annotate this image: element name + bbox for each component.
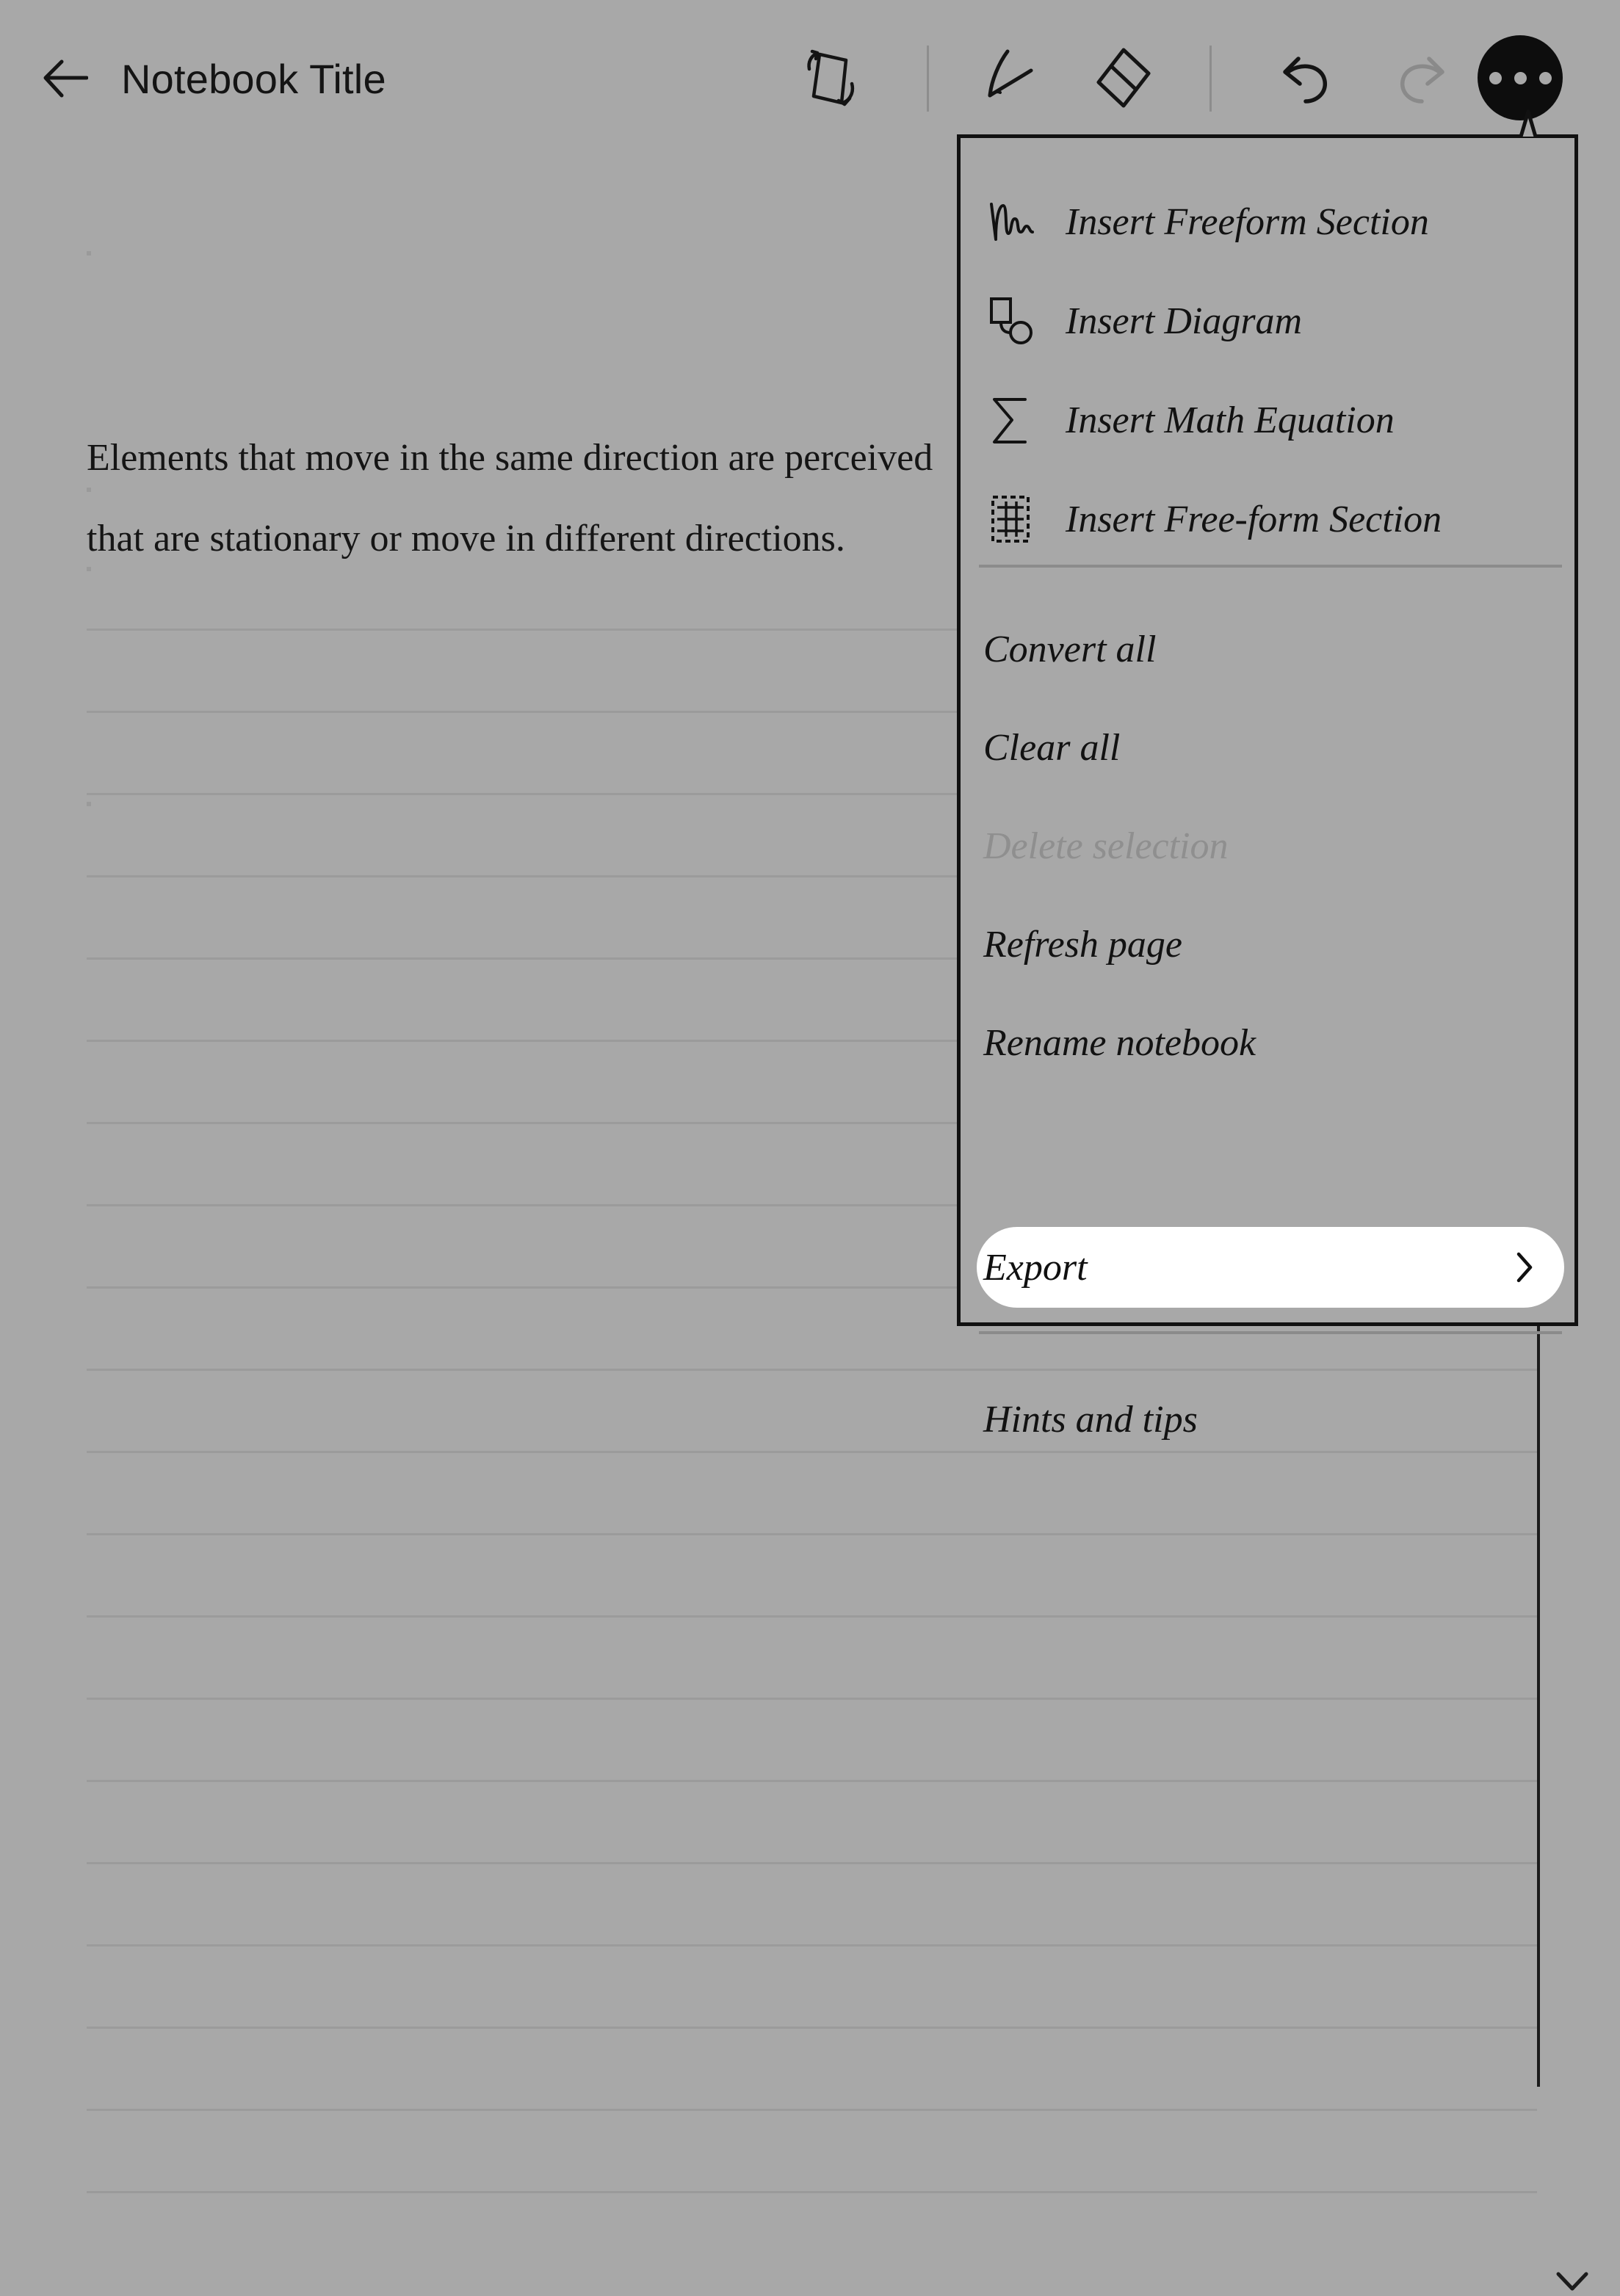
menu-item-label: Export xyxy=(983,1246,1088,1289)
menu-item-clear-all[interactable]: Clear all xyxy=(961,709,1574,786)
margin-dot xyxy=(87,802,91,806)
menu-item-insert-math-equation[interactable]: Insert Math Equation xyxy=(961,382,1574,458)
menu-item-label: Rename notebook xyxy=(983,1021,1256,1064)
menu-item-rename-notebook[interactable]: Rename notebook xyxy=(961,1004,1574,1081)
popup-menu-pointer xyxy=(1502,107,1555,139)
ruled-line xyxy=(87,2027,1537,2029)
menu-item-label: Hints and tips xyxy=(983,1398,1198,1441)
ruled-line xyxy=(87,1698,1537,1700)
menu-item-hints-and-tips[interactable]: Hints and tips xyxy=(961,1381,1574,1457)
sigma-sum-icon xyxy=(983,392,1038,448)
margin-dot xyxy=(87,251,91,256)
menu-item-refresh-page[interactable]: Refresh page xyxy=(961,906,1574,982)
menu-item-label: Delete selection xyxy=(983,825,1229,867)
ruled-line xyxy=(87,1615,1537,1618)
ruled-line xyxy=(87,1780,1537,1782)
toolbar-divider-2 xyxy=(1209,46,1212,112)
chevron-right-icon xyxy=(1516,1252,1533,1283)
menu-item-label: Insert Free-form Section xyxy=(1066,498,1442,540)
ruled-line xyxy=(87,1533,1537,1535)
ruled-line xyxy=(87,1944,1537,1946)
undo-button[interactable] xyxy=(1266,38,1345,117)
pen-tool-button[interactable] xyxy=(974,38,1053,117)
table-grid-icon xyxy=(983,491,1038,547)
menu-item-label: Refresh page xyxy=(983,923,1182,966)
more-horizontal-icon-dot-2 xyxy=(1514,71,1527,84)
more-horizontal-icon-dot-3 xyxy=(1538,71,1552,84)
margin-dot xyxy=(87,488,91,492)
redo-button xyxy=(1382,38,1461,117)
menu-item-delete-selection: Delete selection xyxy=(961,808,1574,884)
menu-separator-2 xyxy=(979,1331,1562,1334)
rotate-page-button[interactable] xyxy=(792,38,871,117)
toolbar-divider-1 xyxy=(927,46,929,112)
menu-item-label: Insert Diagram xyxy=(1066,300,1303,342)
diagram-shapes-icon xyxy=(983,293,1038,349)
menu-item-label: Clear all xyxy=(983,726,1121,769)
chevron-down-icon[interactable] xyxy=(1555,2270,1589,2292)
back-arrow-icon[interactable] xyxy=(43,57,89,98)
ruled-line xyxy=(87,1862,1537,1864)
menu-item-export[interactable]: Export xyxy=(977,1227,1564,1308)
ruled-line xyxy=(87,2109,1537,2111)
menu-separator-1 xyxy=(979,565,1562,568)
body-text-line-2: that are stationary or move in different… xyxy=(87,518,845,559)
more-options-menu[interactable]: Insert Freeform Section Insert Diagram I… xyxy=(957,134,1578,1441)
menu-item-label: Insert Math Equation xyxy=(1066,399,1395,441)
menu-item-insert-freeform-section[interactable]: Insert Freeform Section xyxy=(961,184,1574,260)
eraser-tool-button[interactable] xyxy=(1084,38,1163,117)
menu-item-convert-all[interactable]: Convert all xyxy=(961,611,1574,687)
ruled-line xyxy=(87,2191,1537,2193)
ruled-line xyxy=(87,1369,1537,1371)
page-title: Notebook Title xyxy=(121,56,386,102)
menu-item-label: Insert Freeform Section xyxy=(1066,200,1429,243)
menu-item-label: Convert all xyxy=(983,628,1157,670)
menu-item-insert-diagram[interactable]: Insert Diagram xyxy=(961,283,1574,359)
handwriting-scribble-icon xyxy=(983,194,1038,250)
more-horizontal-icon-dot-1 xyxy=(1489,71,1502,84)
menu-item-insert-free-form-section[interactable]: Insert Free-form Section xyxy=(961,481,1574,557)
top-toolbar: Notebook Title xyxy=(0,0,1620,156)
body-text-line-1: Elements that move in the same direction… xyxy=(87,437,933,479)
margin-dot xyxy=(87,567,91,571)
